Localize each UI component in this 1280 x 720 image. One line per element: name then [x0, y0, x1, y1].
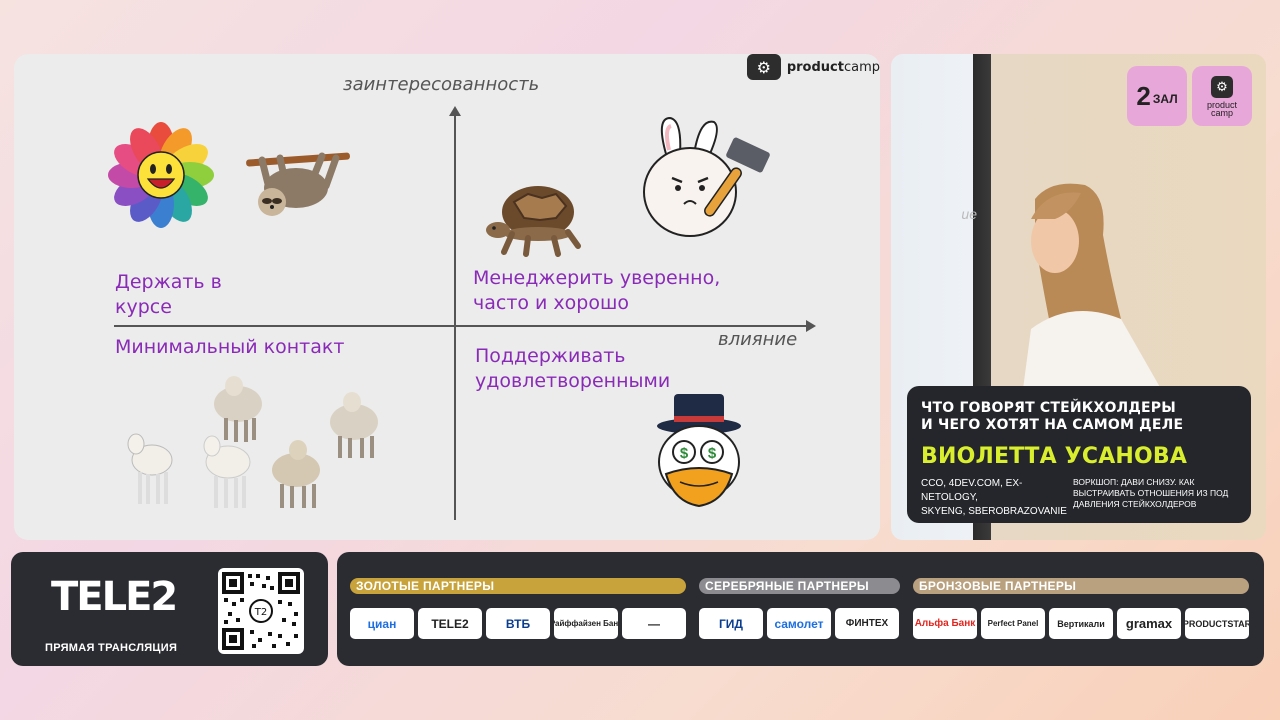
bronze-partner-logos: Альфа Банк Perfect Panel Вертикали grama… — [913, 608, 1249, 639]
productcamp-badge: ⚙ product camp — [1192, 66, 1252, 126]
angry-bunny-hammer-image — [643, 116, 770, 237]
partner-logo-vtb[interactable]: ВТБ — [486, 608, 550, 639]
partner-logo-fintech[interactable]: ФИНТЕХ — [835, 608, 899, 639]
svg-text:$: $ — [680, 445, 689, 462]
smiling-flower-image — [108, 122, 214, 228]
partners-panel: ЗОЛОТЫЕ ПАРТНЕРЫ СЕРЕБРЯНЫЕ ПАРТНЕРЫ БРО… — [337, 552, 1264, 666]
partner-logo-gramax[interactable]: gramax — [1117, 608, 1181, 639]
svg-text:T2: T2 — [254, 607, 267, 618]
bronze-partners-label: БРОНЗОВЫЕ ПАРТНЕРЫ — [913, 578, 1249, 594]
presentation-slide: ⚙ productcamp заинтересованность влияние… — [14, 54, 880, 540]
gear-icon: ⚙ — [746, 54, 781, 80]
partner-logo-alfa[interactable]: Альфа Банк — [913, 608, 977, 639]
qr-code[interactable]: T2 — [218, 568, 304, 654]
workshop-title: ВОРКШОП: ДАВИ СНИЗУ. КАК ВЫСТРАИВАТЬ ОТН… — [1073, 477, 1229, 509]
partner-logo-other[interactable]: — — [622, 608, 686, 639]
speaker-person — [1023, 183, 1161, 389]
speaker-video: ие 2 ЗАЛ ⚙ product camp ЧТО ГОВОРЯТ СТЕЙ… — [891, 54, 1266, 540]
gold-partners-label: ЗОЛОТЫЕ ПАРТНЕРЫ — [350, 578, 686, 594]
arrow-up-icon — [449, 106, 461, 116]
partner-logo-productstar[interactable]: PRODUCTSTAR — [1185, 608, 1249, 639]
axis-y-label: заинтересованность — [343, 74, 540, 95]
sloth-image — [246, 152, 350, 216]
speaker-name: ВИОЛЕТТА УСАНОВА — [921, 444, 1188, 469]
quadrant-top-left-label: Держать в курсе — [115, 271, 222, 318]
partner-logo-cian[interactable]: циан — [350, 608, 414, 639]
silver-partners-label: СЕРЕБРЯНЫЕ ПАРТНЕРЫ — [699, 578, 900, 594]
partner-logo-tele2[interactable]: TELE2 — [418, 608, 482, 639]
partner-logo-samolet[interactable]: самолет — [767, 608, 831, 639]
speaker-role: CCO, 4DEV.COM, EX-NETOLOGY, SKYENG, SBER… — [921, 478, 1067, 517]
quadrant-bottom-right-label: Поддерживать удовлетворенными — [475, 345, 671, 392]
productcamp-logo: ⚙ productcamp — [746, 54, 880, 80]
gear-icon: ⚙ — [1211, 75, 1233, 98]
hall-badge: 2 ЗАЛ — [1127, 66, 1187, 126]
gold-partner-logos: циан TELE2 ВТБ Райффайзен Банк — — [350, 608, 686, 639]
partner-logo-raiffeisen[interactable]: Райффайзен Банк — [554, 608, 618, 639]
speaker-lower-third: ЧТО ГОВОРЯТ СТЕЙКХОЛДЕРЫ И ЧЕГО ХОТЯТ НА… — [907, 386, 1251, 523]
partner-logo-perfectpanel[interactable]: Perfect Panel — [981, 608, 1045, 639]
broadcast-sponsor-panel: TELE2 ПРЯМАЯ ТРАНСЛЯЦИЯ T2 — [11, 552, 328, 666]
sheep-group-image — [127, 376, 378, 508]
screen-ghost-text: ие — [961, 206, 977, 222]
quadrant-bottom-left-label: Минимальный контакт — [115, 336, 345, 358]
silver-partner-logos: ГИД самолет ФИНТЕХ — [699, 608, 899, 639]
qr-code-pattern: T2 — [222, 572, 300, 650]
talk-title: ЧТО ГОВОРЯТ СТЕЙКХОЛДЕРЫ И ЧЕГО ХОТЯТ НА… — [921, 400, 1184, 433]
axis-x-label: влияние — [718, 329, 798, 350]
svg-text:$: $ — [708, 445, 717, 462]
quadrant-top-right-label: Менеджерить уверенно, часто и хорошо — [473, 267, 721, 314]
partner-logo-vertikali[interactable]: Вертикали — [1049, 608, 1113, 639]
tele2-logo: TELE2 — [51, 574, 178, 620]
partner-logo-gid[interactable]: ГИД — [699, 608, 763, 639]
axis-vertical — [454, 112, 456, 520]
arrow-right-icon — [806, 320, 816, 332]
scrooge-dollar-eyes-image: $ $ — [657, 394, 741, 508]
axis-horizontal — [114, 325, 810, 327]
turtle-image — [486, 186, 581, 257]
live-broadcast-label: ПРЯМАЯ ТРАНСЛЯЦИЯ — [45, 642, 178, 654]
